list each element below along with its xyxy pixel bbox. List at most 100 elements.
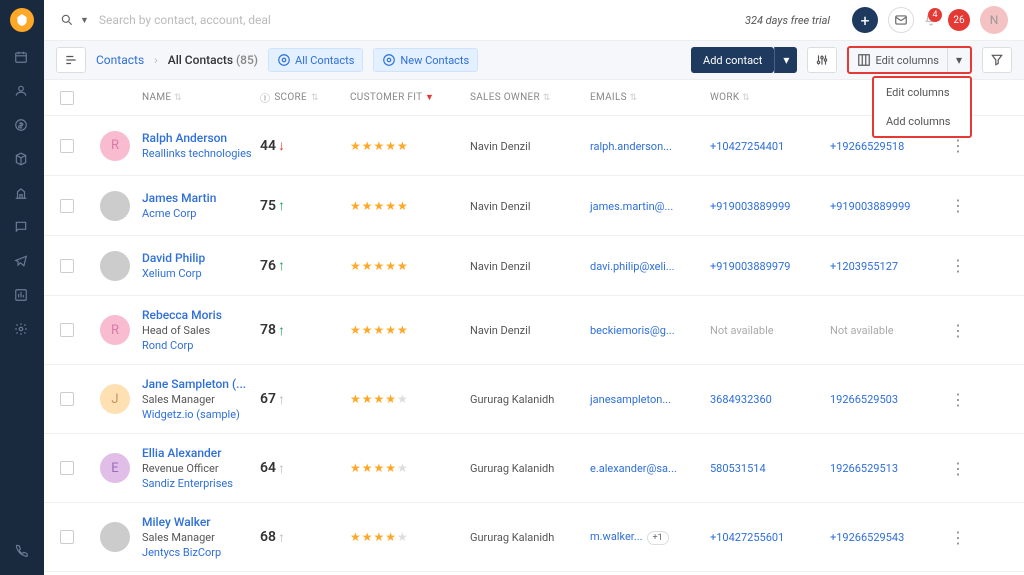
email-link[interactable]: e.alexander@sa... — [590, 462, 677, 475]
products-icon[interactable] — [14, 152, 30, 168]
table-row: Miley Walker Sales ManagerJentycs BizCor… — [44, 503, 1024, 572]
calendar-icon[interactable] — [14, 50, 30, 66]
email-link[interactable]: james.martin@... — [590, 200, 673, 213]
sales-owner: Navin Denzil — [470, 260, 531, 273]
email-link[interactable]: ralph.anderson... — [590, 140, 672, 153]
company-link[interactable]: Acme Corp — [142, 207, 216, 220]
company-link[interactable]: Jentycs BizCorp — [142, 546, 221, 559]
adjust-icon[interactable] — [807, 47, 837, 73]
contact-name-link[interactable]: James Martin — [142, 191, 216, 205]
breadcrumb-current: All Contacts (85) — [168, 53, 258, 67]
contacts-icon[interactable] — [14, 84, 30, 100]
contact-name-link[interactable]: Ralph Anderson — [142, 131, 252, 145]
email-link[interactable]: janesampleton... — [590, 393, 671, 406]
settings-icon[interactable] — [14, 322, 30, 338]
score-value: 68↑ — [260, 529, 285, 546]
dropdown-edit-columns[interactable]: Edit columns — [874, 78, 970, 107]
add-button[interactable]: + — [852, 7, 878, 33]
company-link[interactable]: Xelium Corp — [142, 267, 205, 280]
row-checkbox[interactable] — [60, 392, 74, 406]
mobile-phone[interactable]: 19266529513 — [830, 462, 898, 475]
row-actions-icon[interactable]: ⋮ — [950, 390, 966, 409]
dropdown-add-columns[interactable]: Add columns — [874, 107, 970, 136]
row-actions-icon[interactable]: ⋮ — [950, 321, 966, 340]
user-avatar[interactable]: N — [980, 6, 1008, 34]
select-all-checkbox[interactable] — [60, 91, 74, 105]
mobile-phone[interactable]: +19266529518 — [830, 140, 904, 153]
row-checkbox[interactable] — [60, 199, 74, 213]
reports-icon[interactable] — [14, 288, 30, 304]
search-icon — [60, 13, 74, 27]
edit-columns-caret[interactable]: ▾ — [947, 48, 970, 72]
score-value: 64↑ — [260, 460, 285, 477]
work-phone[interactable]: +10427255601 — [710, 531, 784, 544]
work-phone[interactable]: +919003889979 — [710, 260, 790, 273]
company-link[interactable]: Rond Corp — [142, 339, 222, 352]
contact-name-link[interactable]: Miley Walker — [142, 515, 221, 529]
work-phone[interactable]: 3684932360 — [710, 393, 772, 406]
phone-icon[interactable] — [14, 543, 30, 559]
sales-owner: Navin Denzil — [470, 140, 531, 153]
contact-avatar[interactable]: R — [100, 131, 130, 161]
row-checkbox[interactable] — [60, 259, 74, 273]
alerts-badge[interactable]: 26 — [948, 9, 970, 31]
customer-fit-stars: ★★★★★ — [350, 259, 409, 273]
email-link[interactable]: m.walker... — [590, 530, 643, 543]
company-link[interactable]: Widgetz.io (sample) — [142, 408, 246, 421]
email-link[interactable]: beckiemoris@g... — [590, 324, 675, 337]
filter-all-contacts[interactable]: All Contacts — [268, 48, 363, 72]
table-row: E Ellia Alexander Revenue OfficerSandiz … — [44, 434, 1024, 503]
email-link[interactable]: davi.philip@xeli... — [590, 260, 675, 273]
app-logo[interactable] — [10, 8, 34, 32]
row-checkbox[interactable] — [60, 139, 74, 153]
row-actions-icon[interactable]: ⋮ — [950, 256, 966, 275]
search-trigger[interactable]: ▼ — [60, 13, 89, 27]
notifications-icon[interactable]: 4 — [924, 12, 938, 29]
sales-owner: Navin Denzil — [470, 324, 531, 337]
mobile-phone[interactable]: 19266529503 — [830, 393, 898, 406]
row-checkbox[interactable] — [60, 530, 74, 544]
add-contact-button[interactable]: Add contact — [691, 47, 774, 73]
row-checkbox[interactable] — [60, 461, 74, 475]
table-row: James Martin Acme Corp 75↑ ★★★★★ Navin D… — [44, 176, 1024, 236]
contact-name-link[interactable]: Rebecca Moris — [142, 308, 222, 322]
table-row: J Jane Sampleton (... Sales ManagerWidge… — [44, 365, 1024, 434]
edit-columns-dropdown: Edit columns Add columns — [872, 76, 972, 138]
campaigns-icon[interactable] — [14, 254, 30, 270]
contact-avatar[interactable] — [100, 522, 130, 552]
contact-avatar[interactable]: R — [100, 315, 130, 345]
deals-icon[interactable] — [14, 118, 30, 134]
filter-new-contacts[interactable]: New Contacts — [373, 48, 478, 72]
row-checkbox[interactable] — [60, 323, 74, 337]
contact-name-link[interactable]: Ellia Alexander — [142, 446, 233, 460]
contact-name-link[interactable]: David Philip — [142, 251, 205, 265]
search-input[interactable] — [99, 13, 735, 27]
row-actions-icon[interactable]: ⋮ — [950, 459, 966, 478]
contact-avatar[interactable]: E — [100, 453, 130, 483]
company-link[interactable]: Reallinks technologies — [142, 147, 252, 160]
breadcrumb-root[interactable]: Contacts — [96, 53, 144, 67]
contact-name-link[interactable]: Jane Sampleton (... — [142, 377, 246, 391]
mobile-phone[interactable]: +919003889999 — [830, 200, 910, 213]
row-actions-icon[interactable]: ⋮ — [950, 196, 966, 215]
row-actions-icon[interactable]: ⋮ — [950, 136, 966, 155]
row-actions-icon[interactable]: ⋮ — [950, 528, 966, 547]
mobile-phone[interactable]: +1203955127 — [830, 260, 898, 273]
contact-avatar[interactable]: J — [100, 384, 130, 414]
accounts-icon[interactable] — [14, 186, 30, 202]
contact-avatar[interactable] — [100, 191, 130, 221]
mobile-phone[interactable]: +19266529543 — [830, 531, 904, 544]
company-link[interactable]: Sandiz Enterprises — [142, 477, 233, 490]
add-contact-caret[interactable]: ▾ — [774, 47, 797, 73]
mail-icon[interactable] — [888, 7, 914, 33]
conversations-icon[interactable] — [14, 220, 30, 236]
filter-icon[interactable] — [982, 47, 1012, 73]
customer-fit-stars: ★★★★★ — [350, 530, 409, 544]
work-phone[interactable]: +919003889999 — [710, 200, 790, 213]
work-phone[interactable]: 580531514 — [710, 462, 766, 475]
work-phone[interactable]: +10427254401 — [710, 140, 784, 153]
contact-avatar[interactable] — [100, 251, 130, 281]
view-toggle[interactable] — [56, 47, 86, 73]
score-value: 76↑ — [260, 257, 285, 274]
edit-columns-button[interactable]: Edit columns ▾ — [847, 46, 972, 74]
